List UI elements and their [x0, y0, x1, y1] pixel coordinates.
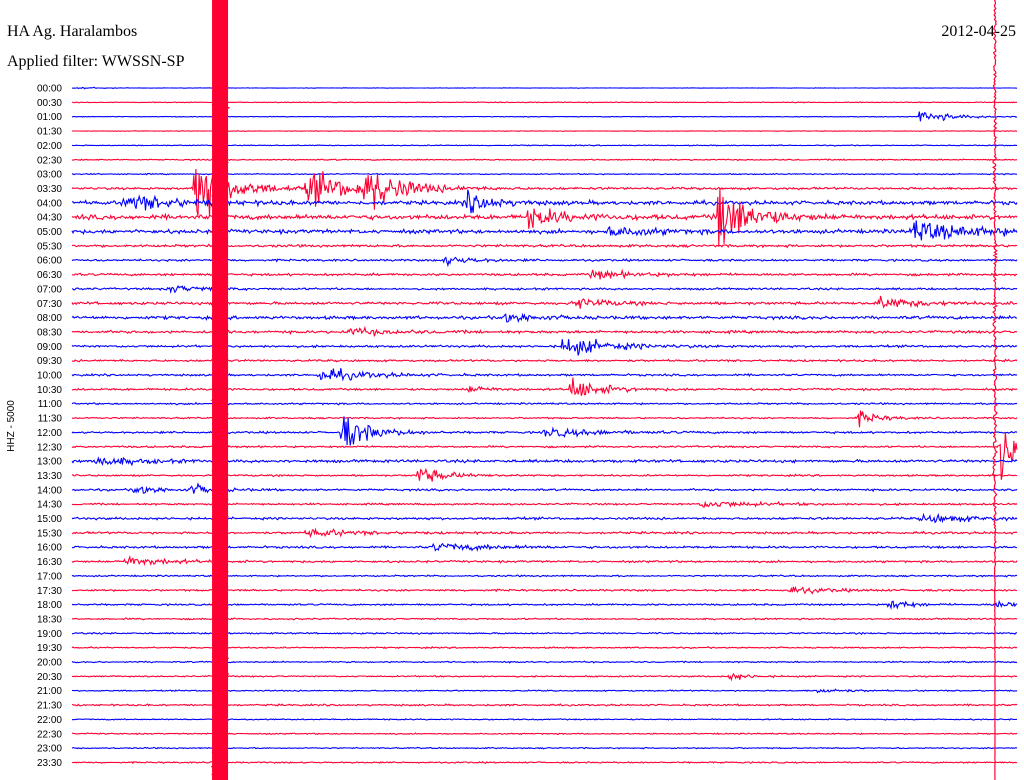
row-tick-label: 02:00 — [37, 141, 62, 152]
row-tick-label: 20:30 — [37, 672, 62, 683]
row-tick-label: 05:00 — [37, 227, 62, 238]
row-tick-label: 08:00 — [37, 313, 62, 324]
row-tick-label: 09:00 — [37, 342, 62, 353]
date-label: 2012-04-25 — [941, 23, 1016, 40]
row-tick-label: 11:00 — [38, 399, 63, 410]
row-tick-label: 22:30 — [37, 729, 62, 740]
row-tick-label: 17:00 — [37, 571, 62, 582]
row-tick-label: 11:30 — [38, 414, 63, 425]
filter-label: Applied filter: WWSSN-SP — [7, 53, 185, 70]
row-tick-label: 00:00 — [37, 84, 62, 95]
row-tick-label: 20:00 — [37, 658, 62, 669]
row-tick-label: 18:30 — [37, 614, 62, 625]
row-tick-label: 06:00 — [37, 256, 62, 267]
row-tick-label: 15:30 — [37, 528, 62, 539]
row-tick-label: 07:00 — [37, 284, 62, 295]
saturated-quake-band — [212, 0, 229, 780]
row-tick-label: 10:00 — [37, 371, 62, 382]
row-tick-label: 16:30 — [37, 557, 62, 568]
station-title: HA Ag. Haralambos — [7, 23, 137, 40]
row-tick-label: 13:00 — [37, 457, 62, 468]
row-tick-label: 22:00 — [37, 715, 62, 726]
seismogram-chart: HA Ag. Haralambos 2012-04-25 Applied fil… — [0, 0, 1024, 780]
row-tick-label: 06:30 — [37, 270, 62, 281]
row-tick-label: 02:30 — [37, 155, 62, 166]
row-tick-label: 01:00 — [37, 112, 62, 123]
row-tick-label: 01:30 — [37, 127, 62, 138]
row-tick-label: 12:30 — [37, 442, 62, 453]
row-tick-label: 05:30 — [37, 241, 62, 252]
y-axis-label: HHZ - 5000 — [6, 400, 17, 452]
row-tick-label: 08:30 — [37, 327, 62, 338]
row-tick-label: 03:00 — [37, 170, 62, 181]
row-tick-label: 21:30 — [37, 701, 62, 712]
row-tick-label: 19:00 — [37, 629, 62, 640]
row-tick-label: 00:30 — [37, 98, 62, 109]
row-tick-label: 12:00 — [37, 428, 62, 439]
row-tick-label: 16:00 — [37, 543, 62, 554]
row-tick-label: 03:30 — [37, 184, 62, 195]
row-tick-label: 23:00 — [37, 744, 62, 755]
row-tick-label: 04:30 — [37, 213, 62, 224]
row-tick-label: 21:00 — [37, 686, 62, 697]
row-tick-label: 18:00 — [37, 600, 62, 611]
row-tick-label: 13:30 — [37, 471, 62, 482]
row-tick-label: 04:00 — [37, 198, 62, 209]
row-tick-label: 23:30 — [37, 758, 62, 769]
row-tick-label: 15:00 — [37, 514, 62, 525]
row-tick-label: 09:30 — [37, 356, 62, 367]
row-tick-label: 17:30 — [37, 586, 62, 597]
row-tick-label: 10:30 — [37, 385, 62, 396]
row-tick-label: 19:30 — [37, 643, 62, 654]
row-tick-label: 07:30 — [37, 299, 62, 310]
row-tick-label: 14:00 — [37, 485, 62, 496]
row-tick-label: 14:30 — [37, 500, 62, 511]
